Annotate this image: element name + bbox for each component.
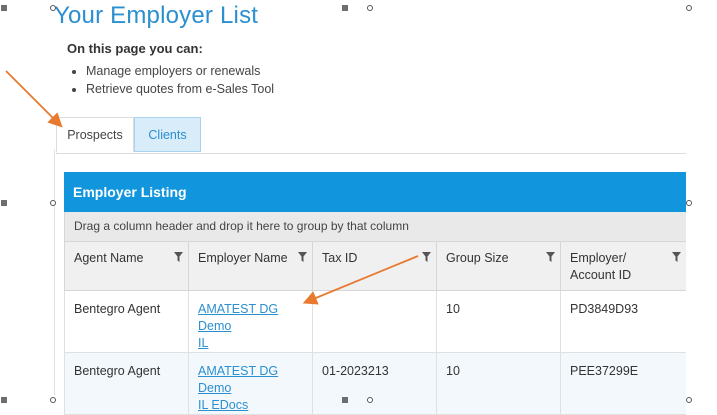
selection-handle[interactable] — [1, 200, 7, 206]
filter-icon[interactable] — [672, 252, 681, 262]
selection-handle[interactable] — [50, 397, 56, 403]
selection-handle[interactable] — [1, 397, 7, 403]
filter-icon[interactable] — [546, 252, 555, 262]
table-row: Bentegro Agent AMATEST DG Demo IL 10 PD3… — [64, 290, 686, 353]
employer-link-line: AMATEST DG Demo — [198, 302, 279, 333]
selection-handle[interactable] — [342, 397, 348, 403]
cell-employer-name: AMATEST DG Demo IL — [188, 290, 313, 353]
selection-handle[interactable] — [50, 200, 56, 206]
filter-icon[interactable] — [422, 252, 431, 262]
column-header-tax-id[interactable]: Tax ID — [312, 241, 437, 291]
column-header-account-id[interactable]: Employer/ Account ID — [560, 241, 686, 291]
column-header-employer-name[interactable]: Employer Name — [188, 241, 313, 291]
selection-handle[interactable] — [686, 200, 692, 206]
column-label: Account ID — [570, 268, 632, 282]
grid-header-row: Agent Name Employer Name Tax ID Group Si… — [64, 241, 686, 291]
column-header-group-size[interactable]: Group Size — [436, 241, 561, 291]
column-header-agent-name[interactable]: Agent Name — [64, 241, 189, 291]
selection-handle[interactable] — [686, 397, 692, 403]
tab-strip: Prospects Clients — [56, 117, 686, 154]
selection-handle[interactable] — [367, 397, 373, 403]
cell-agent-name: Bentegro Agent — [64, 352, 189, 415]
cell-tax-id: 01-2023213 — [312, 352, 437, 415]
employer-link-line: AMATEST DG Demo — [198, 364, 279, 395]
employer-link-line: IL — [198, 336, 209, 350]
intro-heading: On this page you can: — [67, 41, 203, 56]
cell-account-id: PD3849D93 — [560, 290, 686, 353]
column-label: Tax ID — [322, 251, 358, 265]
cell-employer-name: AMATEST DG Demo IL EDocs — [188, 352, 313, 415]
employer-grid: Agent Name Employer Name Tax ID Group Si… — [64, 241, 686, 415]
selection-handle[interactable] — [50, 5, 56, 11]
selection-handle[interactable] — [367, 5, 373, 11]
filter-icon[interactable] — [298, 252, 307, 262]
employer-link[interactable]: AMATEST DG Demo IL EDocs — [198, 364, 278, 412]
employer-listing-header: Employer Listing — [64, 172, 686, 212]
employer-listing-panel: Employer Listing Drag a column header an… — [64, 172, 686, 415]
selection-handle[interactable] — [342, 5, 348, 11]
intro-item-manage: Manage employers or renewals — [86, 62, 274, 80]
intro-list: Manage employers or renewals Retrieve qu… — [68, 62, 274, 98]
arrow-to-prospects-tab — [5, 70, 63, 128]
selection-handle[interactable] — [1, 5, 7, 11]
table-row: Bentegro Agent AMATEST DG Demo IL EDocs … — [64, 352, 686, 415]
intro-item-retrieve: Retrieve quotes from e-Sales Tool — [86, 80, 274, 98]
tab-prospects[interactable]: Prospects — [56, 117, 134, 153]
employer-link[interactable]: AMATEST DG Demo IL — [198, 302, 278, 350]
page-title: Your Employer List — [54, 2, 259, 29]
cell-group-size: 10 — [436, 352, 561, 415]
column-label: Employer Name — [198, 251, 288, 265]
group-by-drop-area[interactable]: Drag a column header and drop it here to… — [64, 212, 686, 241]
column-label: Group Size — [446, 251, 509, 265]
filter-icon[interactable] — [174, 252, 183, 262]
column-label: Agent Name — [74, 251, 144, 265]
cell-agent-name: Bentegro Agent — [64, 290, 189, 353]
cell-group-size: 10 — [436, 290, 561, 353]
selection-handle[interactable] — [686, 5, 692, 11]
content-frame-border — [54, 150, 55, 395]
tab-clients[interactable]: Clients — [134, 117, 201, 152]
cell-account-id: PEE37299E — [560, 352, 686, 415]
column-label: Employer/ — [570, 251, 627, 265]
cell-tax-id — [312, 290, 437, 353]
employer-link-line: IL EDocs — [198, 398, 249, 412]
